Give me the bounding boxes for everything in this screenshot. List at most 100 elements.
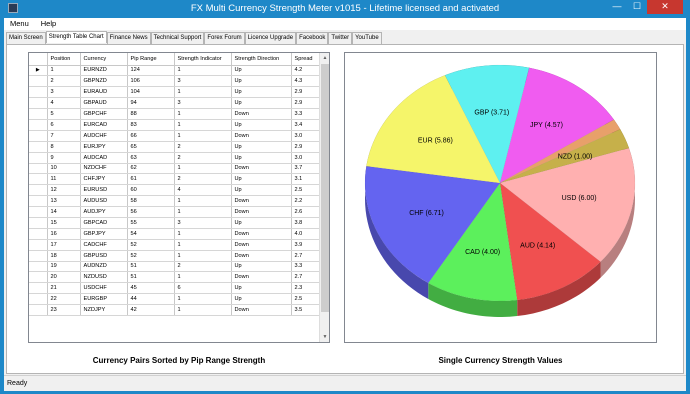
row-header[interactable]: [29, 282, 48, 295]
tab-main-screen[interactable]: Main Screen: [6, 32, 46, 44]
cell-pip-range[interactable]: 104: [127, 86, 175, 99]
cell-currency[interactable]: EURGBP: [80, 293, 128, 306]
table-row[interactable]: 10 NZDCHF 62 1 Down 3.7: [29, 163, 321, 175]
table-row[interactable]: 22 EURGBP 44 1 Up 2.5: [29, 293, 321, 306]
cell-spread[interactable]: 2.7: [291, 250, 321, 262]
table-row[interactable]: 9 AUDCAD 63 2 Up 3.0: [29, 152, 321, 164]
tab-twitter[interactable]: Twitter: [328, 32, 353, 44]
cell-strength-direction[interactable]: Up: [231, 173, 292, 186]
column-header-pip-range[interactable]: Pip Range: [127, 53, 175, 66]
maximize-button[interactable]: ☐: [627, 0, 647, 14]
table-row[interactable]: 23 NZDJPY 42 1 Down 3.5: [29, 304, 321, 316]
cell-currency[interactable]: NZDUSD: [80, 271, 128, 284]
grid-vertical-scrollbar[interactable]: ▲ ▼: [319, 53, 329, 342]
cell-currency[interactable]: GBPAUD: [80, 97, 128, 110]
row-header[interactable]: [29, 119, 48, 131]
cell-currency[interactable]: AUDCHF: [80, 130, 128, 142]
cell-spread[interactable]: 3.5: [291, 304, 321, 316]
column-header-currency[interactable]: Currency: [80, 53, 128, 66]
row-header[interactable]: [29, 195, 48, 208]
cell-pip-range[interactable]: 94: [127, 97, 175, 110]
cell-position[interactable]: 20: [47, 271, 81, 284]
cell-spread[interactable]: 3.8: [291, 217, 321, 229]
table-row[interactable]: 3 EURAUD 104 1 Up 2.9: [29, 86, 321, 99]
cell-currency[interactable]: USDCHF: [80, 282, 128, 295]
table-row[interactable]: 13 AUDUSD 58 1 Down 2.2: [29, 195, 321, 208]
tab-facebook[interactable]: Facebook: [296, 32, 329, 44]
tab-youtube[interactable]: YouTube: [352, 32, 382, 44]
cell-position[interactable]: 15: [47, 217, 81, 229]
cell-strength-indicator[interactable]: 3: [174, 97, 232, 110]
column-header-spread[interactable]: Spread: [291, 53, 321, 66]
row-header[interactable]: [29, 228, 48, 240]
row-header[interactable]: [29, 97, 48, 110]
cell-strength-direction[interactable]: Up: [231, 86, 292, 99]
cell-spread[interactable]: 2.5: [291, 293, 321, 306]
cell-strength-indicator[interactable]: 1: [174, 228, 232, 240]
cell-currency[interactable]: AUDJPY: [80, 206, 128, 218]
cell-pip-range[interactable]: 52: [127, 239, 175, 251]
cell-pip-range[interactable]: 88: [127, 108, 175, 120]
cell-pip-range[interactable]: 58: [127, 195, 175, 208]
cell-strength-indicator[interactable]: 1: [174, 239, 232, 251]
cell-pip-range[interactable]: 51: [127, 271, 175, 284]
cell-pip-range[interactable]: 52: [127, 250, 175, 262]
cell-spread[interactable]: 3.3: [291, 261, 321, 273]
cell-position[interactable]: 11: [47, 173, 81, 186]
current-row-marker-icon[interactable]: ▶: [29, 65, 48, 77]
scroll-up-arrow-icon[interactable]: ▲: [320, 53, 329, 63]
cell-position[interactable]: 16: [47, 228, 81, 240]
pair-strength-grid[interactable]: Position Currency Pip Range Strength Ind…: [28, 52, 330, 343]
cell-spread[interactable]: 2.9: [291, 97, 321, 110]
cell-strength-indicator[interactable]: 2: [174, 173, 232, 186]
cell-strength-indicator[interactable]: 2: [174, 141, 232, 153]
cell-spread[interactable]: 3.1: [291, 173, 321, 186]
cell-position[interactable]: 13: [47, 195, 81, 208]
table-row[interactable]: 8 EURJPY 65 2 Up 2.9: [29, 141, 321, 153]
table-row[interactable]: 20 NZDUSD 51 1 Down 2.7: [29, 271, 321, 284]
table-row[interactable]: 14 AUDJPY 56 1 Down 2.6: [29, 206, 321, 218]
row-header[interactable]: [29, 293, 48, 306]
cell-currency[interactable]: GBPNZD: [80, 75, 128, 88]
tab-licence-upgrade[interactable]: Licence Upgrade: [244, 32, 297, 44]
cell-pip-range[interactable]: 44: [127, 293, 175, 306]
cell-currency[interactable]: AUDNZD: [80, 261, 128, 273]
row-header[interactable]: [29, 304, 48, 316]
cell-strength-indicator[interactable]: 1: [174, 195, 232, 208]
cell-spread[interactable]: 2.7: [291, 271, 321, 284]
cell-pip-range[interactable]: 65: [127, 141, 175, 153]
row-header[interactable]: [29, 239, 48, 251]
table-row[interactable]: 5 GBPCHF 88 1 Down 3.3: [29, 108, 321, 120]
cell-currency[interactable]: AUDUSD: [80, 195, 128, 208]
cell-spread[interactable]: 2.9: [291, 141, 321, 153]
table-row[interactable]: ▶ 1 EURNZD 124 1 Up 4.2: [29, 65, 321, 77]
tab-forex-forum[interactable]: Forex Forum: [204, 32, 245, 44]
cell-strength-indicator[interactable]: 1: [174, 65, 232, 77]
cell-strength-direction[interactable]: Up: [231, 282, 292, 295]
cell-spread[interactable]: 3.4: [291, 119, 321, 131]
cell-spread[interactable]: 3.7: [291, 163, 321, 175]
cell-pip-range[interactable]: 60: [127, 184, 175, 197]
cell-pip-range[interactable]: 45: [127, 282, 175, 295]
tab-strength-table-chart[interactable]: Strength Table Chart: [45, 31, 107, 43]
cell-currency[interactable]: EURUSD: [80, 184, 128, 197]
table-row[interactable]: 21 USDCHF 45 6 Up 2.3: [29, 282, 321, 295]
cell-position[interactable]: 4: [47, 97, 81, 110]
minimize-button[interactable]: —: [607, 0, 627, 14]
cell-strength-direction[interactable]: Down: [231, 163, 292, 175]
cell-position[interactable]: 19: [47, 261, 81, 273]
cell-position[interactable]: 1: [47, 65, 81, 77]
cell-strength-indicator[interactable]: 2: [174, 152, 232, 164]
cell-strength-direction[interactable]: Up: [231, 119, 292, 131]
cell-spread[interactable]: 2.6: [291, 206, 321, 218]
cell-pip-range[interactable]: 106: [127, 75, 175, 88]
cell-strength-direction[interactable]: Down: [231, 228, 292, 240]
cell-strength-indicator[interactable]: 1: [174, 130, 232, 142]
cell-strength-indicator[interactable]: 2: [174, 261, 232, 273]
cell-strength-indicator[interactable]: 1: [174, 271, 232, 284]
column-header-strength-direction[interactable]: Strength Direction: [231, 53, 292, 66]
cell-position[interactable]: 7: [47, 130, 81, 142]
column-header-position[interactable]: Position: [47, 53, 81, 66]
cell-strength-direction[interactable]: Down: [231, 195, 292, 208]
cell-strength-direction[interactable]: Down: [231, 250, 292, 262]
